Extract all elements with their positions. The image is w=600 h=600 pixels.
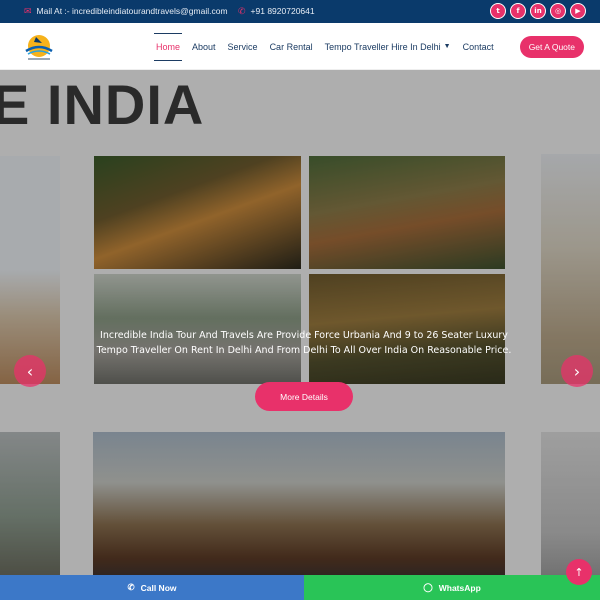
youtube-icon[interactable]: ▶ <box>570 3 586 19</box>
nav-about-label: About <box>192 41 216 52</box>
mail-text[interactable]: Mail At :- incredibleindiatourandtravels… <box>37 6 228 16</box>
hero-slider: E INDIA Incredible India Tour And Travel… <box>0 70 600 600</box>
instagram-icon[interactable]: ◎ <box>550 3 566 19</box>
top-contact-bar: ✉ Mail At :- incredibleindiatourandtrave… <box>0 0 600 23</box>
mail-contact[interactable]: ✉ Mail At :- incredibleindiatourandtrave… <box>24 6 228 16</box>
envelope-icon: ✉ <box>24 6 32 16</box>
chevron-down-icon: ▼ <box>443 43 451 50</box>
phone-icon: ✆ <box>238 6 246 16</box>
hero-caption: Incredible India Tour And Travels Are Pr… <box>96 330 512 356</box>
phone-icon: ✆ <box>127 582 135 592</box>
linkedin-icon[interactable]: in <box>530 3 546 19</box>
nav-about[interactable]: About <box>186 23 222 70</box>
twitter-icon[interactable]: t <box>490 3 506 19</box>
social-links: t f in ◎ ▶ <box>490 3 586 19</box>
whatsapp-button[interactable]: ◯ WhatsApp <box>304 575 600 600</box>
nav-contact-label: Contact <box>462 41 494 52</box>
chevron-right-icon: › <box>573 361 581 381</box>
nav-contact[interactable]: Contact <box>457 23 500 70</box>
nav-tempo-traveller[interactable]: Tempo Traveller Hire In Delhi ▼ <box>319 23 457 70</box>
main-navbar: Home About Service Car Rental Tempo Trav… <box>0 23 600 70</box>
call-now-button[interactable]: ✆ Call Now <box>0 575 304 600</box>
arrow-up-icon: ↑ <box>574 565 584 579</box>
whatsapp-icon: ◯ <box>423 582 433 592</box>
scroll-to-top-button[interactable]: ↑ <box>566 559 592 585</box>
nav-tempo-traveller-label: Tempo Traveller Hire In Delhi <box>324 41 441 52</box>
primary-nav: Home About Service Car Rental Tempo Trav… <box>150 23 500 70</box>
nav-service-label: Service <box>227 41 258 52</box>
slider-next-button[interactable]: › <box>561 355 593 387</box>
phone-text[interactable]: +91 8920720641 <box>251 6 315 16</box>
nav-car-rental[interactable]: Car Rental <box>264 23 319 70</box>
site-logo[interactable] <box>22 31 56 63</box>
phone-contact[interactable]: ✆ +91 8920720641 <box>238 6 315 16</box>
facebook-icon[interactable]: f <box>510 3 526 19</box>
slider-prev-button[interactable]: ‹ <box>14 355 46 387</box>
call-now-label: Call Now <box>140 582 177 593</box>
chevron-left-icon: ‹ <box>26 361 34 381</box>
nav-car-rental-label: Car Rental <box>269 41 313 52</box>
nav-home[interactable]: Home <box>150 23 186 70</box>
more-details-button[interactable]: More Details <box>255 382 353 411</box>
nav-home-label: Home <box>156 41 181 52</box>
get-quote-button[interactable]: Get A Quote <box>519 36 584 58</box>
bottom-action-bar: ✆ Call Now ◯ WhatsApp <box>0 575 600 600</box>
whatsapp-label: WhatsApp <box>438 582 481 593</box>
nav-service[interactable]: Service <box>222 23 264 70</box>
